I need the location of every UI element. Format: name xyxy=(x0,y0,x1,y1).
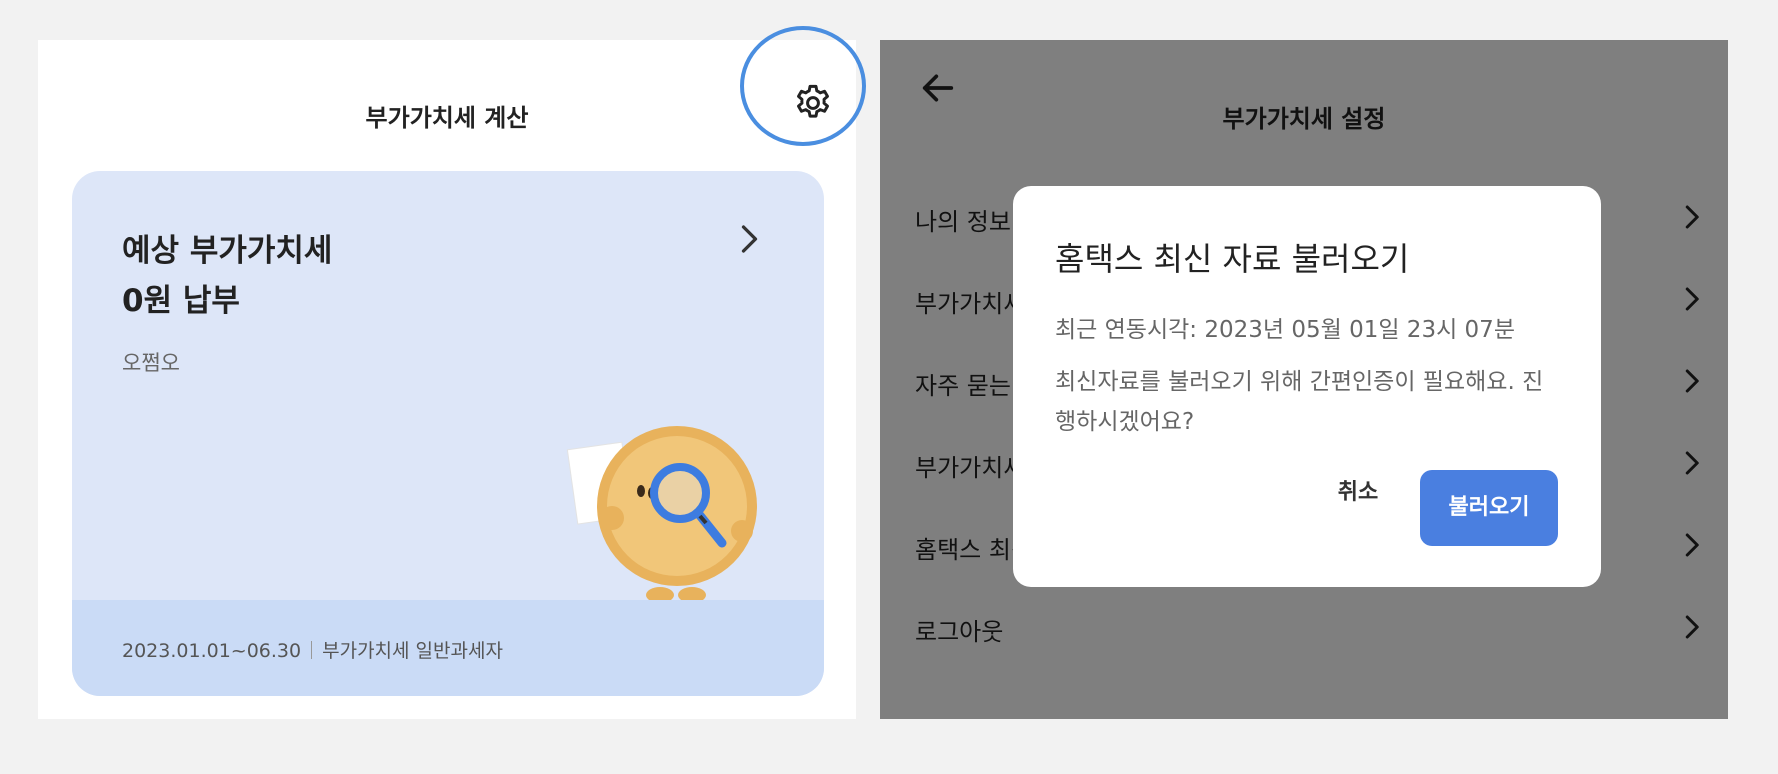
card-title-line1: 예상 부가가치세 xyxy=(122,233,333,269)
tax-period-info: 2023.01.01~06.30 부가가치세 일반과세자 xyxy=(122,636,503,663)
dialog-title: 홈택스 최신 자료 불러오기 xyxy=(1055,240,1410,278)
business-name: 오쩜오 xyxy=(122,351,180,375)
card-title-line2: 0원 납부 xyxy=(122,283,240,319)
cancel-button[interactable]: 취소 xyxy=(1328,471,1388,515)
dialog-message: 최신자료를 불러오기 위해 간편인증이 필요해요. 진행하시겠어요? xyxy=(1055,369,1544,435)
coin-mascot-illustration xyxy=(552,421,772,601)
chevron-right-icon xyxy=(741,225,758,253)
page-title: 부가가치세 계산 xyxy=(365,104,529,132)
fetch-button[interactable]: 불러오기 xyxy=(1420,470,1558,546)
card-detail-button[interactable] xyxy=(730,221,766,257)
tax-period: 2023.01.01~06.30 xyxy=(122,640,302,662)
vat-settings-screen: 부가가치세 설정 나의 정보 부가가치세 자주 묻는 질문 부가가치세 홈택스 … xyxy=(880,40,1728,719)
expected-vat-card[interactable]: 예상 부가가치세 0원 납부 오쩜오 2023.01.01~06.30 부가가치… xyxy=(72,171,824,696)
expected-vat-title: 예상 부가가치세 0원 납부 xyxy=(122,226,332,326)
vat-calculation-screen: 부가가치세 계산 예상 부가가치세 0원 납부 오쩜오 2023.01.01~0… xyxy=(38,40,856,719)
highlight-circle-annotation xyxy=(740,26,866,146)
divider xyxy=(311,641,313,659)
last-sync-time: 최근 연동시각: 2023년 05월 01일 23시 07분 xyxy=(1055,317,1515,343)
card-footer: 2023.01.01~06.30 부가가치세 일반과세자 xyxy=(72,600,824,696)
taxpayer-type: 부가가치세 일반과세자 xyxy=(322,640,503,662)
hometax-fetch-dialog: 홈택스 최신 자료 불러오기 최근 연동시각: 2023년 05월 01일 23… xyxy=(1013,186,1601,587)
